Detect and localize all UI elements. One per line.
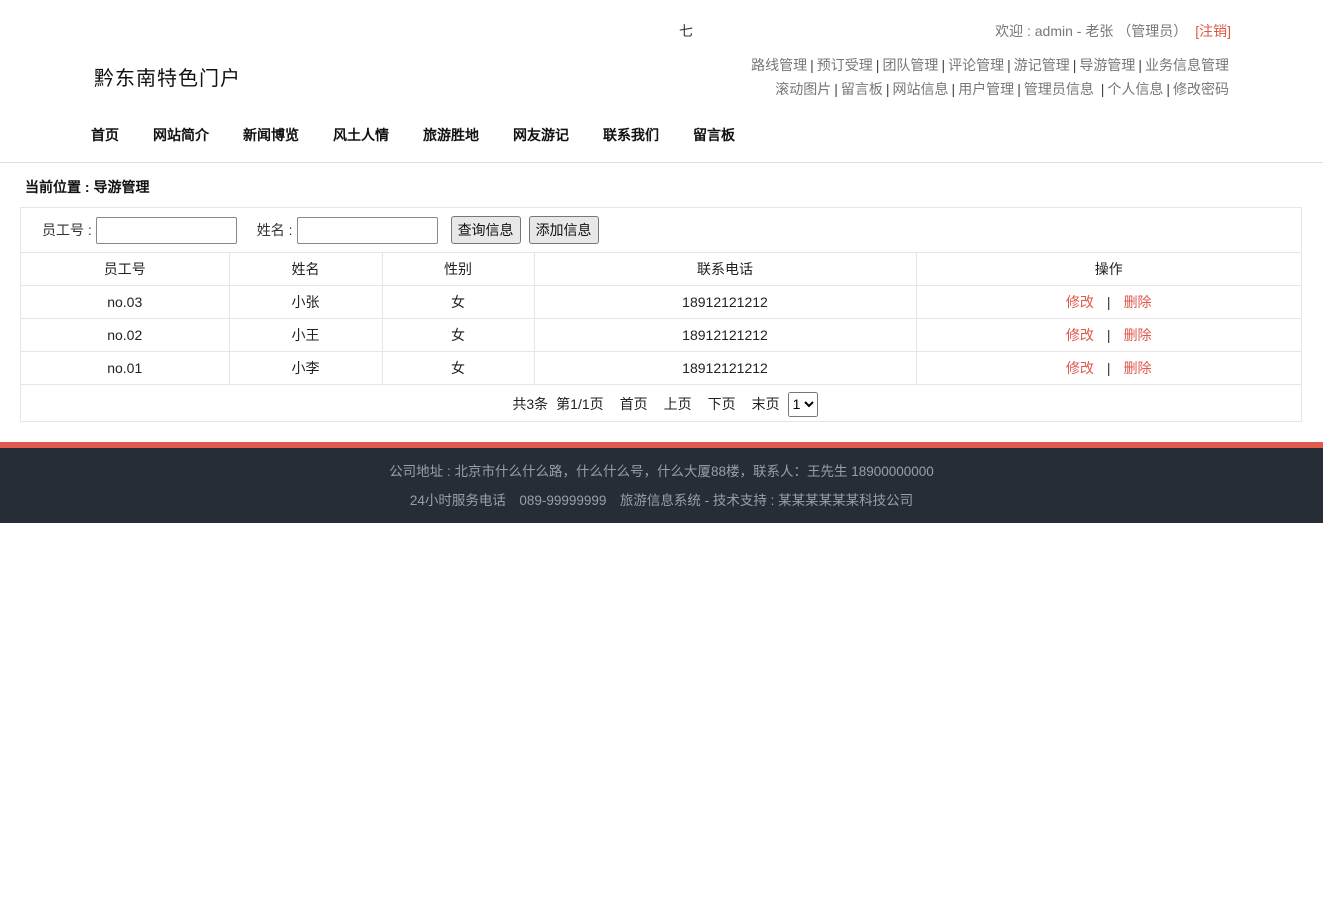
cell-actions: 修改 | 删除: [915, 318, 1301, 352]
admin-link-route[interactable]: 路线管理: [751, 57, 807, 73]
col-name: 姓名: [228, 252, 382, 286]
admin-link-comments[interactable]: 评论管理: [948, 57, 1004, 73]
col-actions: 操作: [915, 252, 1301, 286]
admin-link-admininfo[interactable]: 管理员信息: [1024, 81, 1094, 97]
pager-prev[interactable]: 上页: [664, 394, 692, 414]
nav-customs[interactable]: 风土人情: [316, 125, 406, 145]
separator: |: [1166, 81, 1170, 97]
admin-link-siteinfo[interactable]: 网站信息: [893, 81, 949, 97]
name-label: 姓名 :: [256, 222, 293, 238]
nav-messageboard[interactable]: 留言板: [676, 125, 752, 145]
query-button[interactable]: 查询信息: [450, 216, 521, 244]
delete-link[interactable]: 删除: [1124, 360, 1152, 376]
admin-link-travelogue[interactable]: 游记管理: [1014, 57, 1070, 73]
cell-staff-no: no.03: [21, 285, 229, 319]
delete-link[interactable]: 删除: [1124, 327, 1152, 343]
header-divider: [0, 162, 1323, 163]
nav-contact[interactable]: 联系我们: [586, 125, 676, 145]
staff-no-input[interactable]: [95, 216, 237, 244]
admin-link-users[interactable]: 用户管理: [958, 81, 1014, 97]
admin-link-team[interactable]: 团队管理: [882, 57, 938, 73]
admin-link-slides[interactable]: 滚动图片: [775, 81, 831, 97]
separator: |: [810, 57, 814, 73]
edit-link[interactable]: 修改: [1066, 327, 1094, 343]
top-center-char: 七: [679, 23, 693, 39]
search-form: 员工号 : 姓名 : 查询信息 添加信息: [42, 216, 599, 244]
cell-phone: 18912121212: [533, 351, 916, 384]
cell-actions: 修改 | 删除: [915, 351, 1301, 384]
col-phone: 联系电话: [533, 252, 916, 286]
table-header-row: 员工号 姓名 性别 联系电话 操作: [21, 252, 1301, 286]
guide-table: 员工号 姓名 性别 联系电话 操作 no.03 小张 女 18912121212…: [21, 252, 1301, 384]
separator: |: [1007, 57, 1011, 73]
admin-link-guide[interactable]: 导游管理: [1079, 57, 1135, 73]
welcome-text: 欢迎 : admin - 老张 （管理员）: [995, 23, 1188, 39]
separator: |: [951, 81, 956, 97]
footer-address: 公司地址 : 北京市什么什么路，什么什么号，什么大厦88楼，联系人：王先生 18…: [389, 464, 934, 479]
nav-news[interactable]: 新闻博览: [226, 125, 316, 145]
cell-actions: 修改 | 删除: [915, 285, 1301, 319]
cell-staff-no: no.01: [21, 351, 229, 384]
staff-no-label: 员工号 :: [42, 222, 92, 238]
action-separator: |: [1106, 294, 1111, 310]
page-select[interactable]: 1: [787, 391, 818, 417]
footer: 公司地址 : 北京市什么什么路，什么什么号，什么大厦88楼，联系人：王先生 18…: [0, 448, 1323, 523]
nav-intro[interactable]: 网站简介: [136, 125, 226, 145]
site-title: 黔东南特色门户: [94, 68, 241, 90]
action-separator: |: [1106, 360, 1111, 376]
nav-attractions[interactable]: 旅游胜地: [406, 125, 496, 145]
breadcrumb: 当前位置 : 导游管理: [25, 179, 150, 195]
separator: |: [875, 57, 880, 73]
admin-links-row1: 路线管理 | 预订受理 | 团队管理 | 评论管理 | 游记管理 | 导游管理 | 业务信息管理: [751, 55, 1229, 75]
footer-service: 24小时服务电话 089-99999999 旅游信息系统 - 技术支持 : 某某…: [409, 493, 914, 508]
action-separator: |: [1106, 327, 1111, 343]
main-nav: 首页 网站简介 新闻博览 风土人情 旅游胜地 网友游记 联系我们 留言板: [74, 125, 752, 145]
separator: |: [1096, 81, 1105, 97]
cell-gender: 女: [381, 285, 534, 319]
cell-name: 小张: [228, 285, 382, 319]
pager-last[interactable]: 末页: [752, 394, 780, 414]
col-staff-no: 员工号: [21, 252, 229, 286]
edit-link[interactable]: 修改: [1066, 360, 1094, 376]
add-button[interactable]: 添加信息: [528, 216, 599, 244]
cell-gender: 女: [381, 351, 534, 384]
admin-link-messageboard[interactable]: 留言板: [841, 81, 883, 97]
user-bar: 欢迎 : admin - 老张 （管理员） [注销]: [995, 21, 1231, 41]
table-row: no.01 小李 女 18912121212 修改 | 删除: [21, 351, 1301, 384]
separator: |: [1138, 57, 1142, 73]
delete-link[interactable]: 删除: [1124, 294, 1152, 310]
admin-link-profile[interactable]: 个人信息: [1107, 81, 1163, 97]
cell-gender: 女: [381, 318, 534, 352]
separator: |: [941, 57, 946, 73]
edit-link[interactable]: 修改: [1066, 294, 1094, 310]
cell-phone: 18912121212: [533, 318, 916, 352]
cell-name: 小李: [228, 351, 382, 384]
cell-staff-no: no.02: [21, 318, 229, 352]
nav-travelogues[interactable]: 网友游记: [496, 125, 586, 145]
pager-total: 共3条: [512, 396, 549, 412]
table-row: no.03 小张 女 18912121212 修改 | 删除: [21, 285, 1301, 319]
pagination: 共3条 第1/1页 首页 上页 下页 末页 1: [21, 384, 1301, 423]
logout-link[interactable]: [注销]: [1195, 23, 1231, 39]
nav-home[interactable]: 首页: [74, 125, 136, 145]
cell-name: 小王: [228, 318, 382, 352]
col-gender: 性别: [381, 252, 534, 286]
admin-link-password[interactable]: 修改密码: [1173, 81, 1229, 97]
name-input[interactable]: [296, 216, 438, 244]
separator: |: [885, 81, 890, 97]
pager-current: 第1/1页: [556, 396, 604, 412]
pager-next[interactable]: 下页: [708, 394, 736, 414]
admin-links-row2: 滚动图片 | 留言板 | 网站信息 | 用户管理 | 管理员信息 | 个人信息 | 修改密码: [775, 79, 1229, 99]
separator: |: [834, 81, 838, 97]
pager-first[interactable]: 首页: [620, 394, 648, 414]
cell-phone: 18912121212: [533, 285, 916, 319]
guide-management-panel: 员工号 : 姓名 : 查询信息 添加信息 员工号 姓名 性别 联系电话 操作 n…: [20, 207, 1302, 422]
separator: |: [1072, 57, 1077, 73]
separator: |: [1017, 81, 1021, 97]
admin-link-booking[interactable]: 预订受理: [817, 57, 873, 73]
table-row: no.02 小王 女 18912121212 修改 | 删除: [21, 318, 1301, 352]
admin-link-business[interactable]: 业务信息管理: [1145, 57, 1229, 73]
